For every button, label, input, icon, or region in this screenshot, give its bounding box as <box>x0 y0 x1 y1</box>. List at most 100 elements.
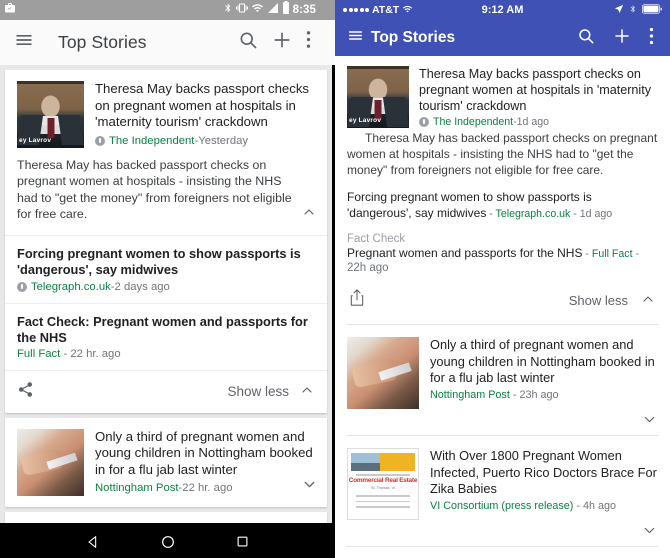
story-meta: VI Consortium (press release) - 4h ago <box>430 500 658 512</box>
story-card-expanded[interactable]: ey Lavrov Theresa May backs passport che… <box>335 56 670 324</box>
show-less-button[interactable]: Show less <box>227 382 315 401</box>
thumbnail-caption: ey Lavrov <box>19 137 51 144</box>
vibrate-icon <box>236 1 248 19</box>
thumbnail-title: Commercial Real Estate <box>348 477 418 484</box>
story-source: Nottingham Post <box>95 481 179 496</box>
fact-check-item[interactable]: Pregnant women and passports for the NHS… <box>335 245 670 262</box>
recents-square-icon[interactable] <box>235 534 250 554</box>
back-triangle-icon[interactable] <box>85 534 101 555</box>
more-vert-icon[interactable] <box>649 27 654 50</box>
story-card-collapsed[interactable]: Commercial Real Estate St. Thomas, VI Wi… <box>335 436 670 546</box>
lead-story[interactable]: ey Lavrov Theresa May backs passport che… <box>5 70 327 157</box>
story-time: 22 hr. ago <box>182 481 232 496</box>
lead-story[interactable]: ey Lavrov Theresa May backs passport che… <box>335 56 670 128</box>
story-time: 4h ago <box>583 500 616 512</box>
lead-story-time: Yesterday <box>198 134 248 149</box>
fact-check-time: 22 hr. ago <box>70 348 120 360</box>
android-app-bar: Top Stories <box>0 20 335 65</box>
fact-check-title: Pregnant women and passports for the NHS <box>347 246 582 260</box>
story-title: Only a third of pregnant women and young… <box>95 429 315 479</box>
chevron-up-icon[interactable] <box>640 291 656 310</box>
related-story-title: Forcing pregnant women to show passports… <box>17 246 315 278</box>
chevron-down-icon[interactable] <box>641 522 658 544</box>
fact-check-label: Fact Check <box>335 222 670 245</box>
meta-separator: - <box>570 208 579 220</box>
plus-icon[interactable] <box>613 27 631 50</box>
story-source: Nottingham Post <box>430 389 510 401</box>
meta-separator: - <box>486 208 495 220</box>
related-story-source: Telegraph.co.uk <box>31 281 111 293</box>
thumbnail-caption: ey Lavrov <box>349 117 381 124</box>
source-favicon-icon <box>17 282 27 292</box>
meta-separator: - <box>633 248 639 260</box>
signal-icon <box>267 1 279 19</box>
search-icon[interactable] <box>577 27 595 50</box>
fact-check-source: Full Fact <box>592 248 633 260</box>
chevron-down-icon[interactable] <box>641 411 658 433</box>
story-card-collapsed[interactable]: Only a third of pregnant women and young… <box>5 418 327 508</box>
story-card-collapsed[interactable]: Commercial Real Estate St. Thomas, VI Wi… <box>5 512 327 523</box>
lead-story-title: Theresa May backs passport checks on pre… <box>419 66 658 114</box>
story-title: With Over 1800 Pregnant Women Infected, … <box>430 448 658 498</box>
lead-story-source: The Independent <box>433 116 513 128</box>
lead-story-thumbnail: ey Lavrov <box>17 81 84 148</box>
source-favicon-icon <box>419 117 429 127</box>
android-status-time: 8:35 <box>293 4 316 16</box>
card-footer: Show less <box>5 371 327 413</box>
more-vert-icon[interactable] <box>306 30 311 54</box>
fact-check-meta: Full Fact - 22 hr. ago <box>17 348 315 360</box>
lead-story-snippet: Theresa May has backed passport checks o… <box>335 128 670 178</box>
story-row[interactable]: Commercial Real Estate St. Thomas, VI Wi… <box>5 512 327 523</box>
story-meta: Nottingham Post - 22 hr. ago <box>95 481 315 496</box>
chevron-down-icon[interactable] <box>301 476 318 498</box>
search-icon[interactable] <box>238 30 258 55</box>
ios-status-bar: AT&T 9:12 AM <box>335 0 670 20</box>
bluetooth-icon <box>223 1 233 19</box>
dual-phone-screenshot: 8:35 Top Stories <box>0 0 670 558</box>
ios-status-time: 9:12 AM <box>335 4 670 16</box>
story-row[interactable]: Killer clown prank 'forced pregnant wome… <box>335 547 670 558</box>
ios-feed[interactable]: ey Lavrov Theresa May backs passport che… <box>335 56 670 558</box>
work-profile-icon <box>4 1 16 19</box>
hamburger-menu-icon[interactable] <box>14 30 34 55</box>
ios-phone-screenshot: AT&T 9:12 AM Top <box>335 0 670 558</box>
story-title: Only a third of pregnant women and young… <box>430 337 658 387</box>
story-card-collapsed[interactable]: Killer clown prank 'forced pregnant wome… <box>335 547 670 558</box>
story-row[interactable]: Only a third of pregnant women and young… <box>5 418 327 508</box>
fact-check-source: Full Fact <box>17 348 60 360</box>
lead-story-source: The Independent <box>109 134 194 149</box>
plus-icon[interactable] <box>272 30 292 55</box>
related-story-item[interactable]: Forcing pregnant women to show passports… <box>5 236 327 303</box>
lead-story-thumbnail: ey Lavrov <box>347 66 409 128</box>
android-feed[interactable]: ey Lavrov Theresa May backs passport che… <box>0 65 335 523</box>
story-row[interactable]: Commercial Real Estate St. Thomas, VI Wi… <box>335 436 670 520</box>
share-icon[interactable] <box>349 288 365 312</box>
meta-separator: - <box>510 389 520 401</box>
fact-check-item[interactable]: Fact Check: Pregnant women and passports… <box>5 304 327 370</box>
story-card-collapsed[interactable]: Only a third of pregnant women and young… <box>335 325 670 435</box>
lead-story-time: 1d ago <box>517 116 549 128</box>
battery-icon <box>282 1 290 19</box>
story-card-expanded[interactable]: ey Lavrov Theresa May backs passport che… <box>5 70 327 413</box>
hamburger-menu-icon[interactable] <box>347 27 364 49</box>
show-less-button[interactable]: Show less <box>569 291 656 310</box>
meta-separator: - <box>582 248 591 260</box>
lead-story-title: Theresa May backs passport checks on pre… <box>95 81 315 131</box>
related-story-item[interactable]: Forcing pregnant women to show passports… <box>335 178 670 222</box>
ios-app-bar: Top Stories <box>335 20 670 56</box>
home-circle-icon[interactable] <box>160 534 176 555</box>
story-row[interactable]: Only a third of pregnant women and young… <box>335 325 670 409</box>
android-navigation-bar[interactable] <box>0 523 335 558</box>
chevron-up-icon[interactable] <box>299 382 315 401</box>
wifi-icon <box>251 1 264 19</box>
chevron-up-icon[interactable] <box>301 204 317 225</box>
android-status-bar: 8:35 <box>0 0 335 20</box>
story-meta: Nottingham Post - 23h ago <box>430 389 658 401</box>
story-thumbnail <box>17 429 84 496</box>
card-footer: Show less <box>335 274 670 324</box>
lead-story-meta: The Independent - 1d ago <box>419 116 658 128</box>
meta-separator: - <box>60 348 70 360</box>
android-phone-screenshot: 8:35 Top Stories <box>0 0 335 558</box>
share-icon[interactable] <box>17 381 34 403</box>
snippet-text: Theresa May has backed passport checks o… <box>17 158 292 222</box>
